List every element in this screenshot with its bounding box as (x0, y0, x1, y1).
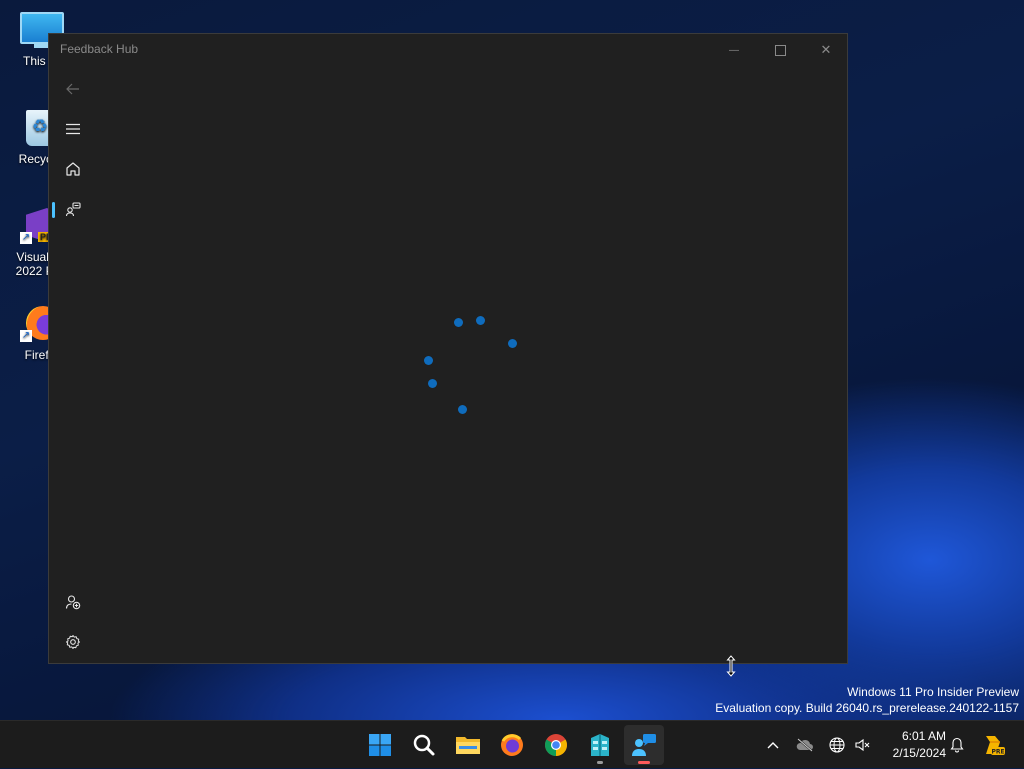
close-button[interactable]: ✕ (803, 34, 849, 66)
taskbar-firefox[interactable] (492, 725, 532, 765)
chevron-up-icon (767, 742, 779, 749)
maximize-icon (774, 44, 786, 56)
maximize-button[interactable] (757, 34, 803, 66)
onedrive-button[interactable] (792, 721, 818, 769)
minimize-icon: — (729, 44, 739, 56)
add-account-button[interactable] (53, 584, 93, 620)
search-button[interactable] (404, 725, 444, 765)
back-button[interactable] (53, 71, 93, 107)
home-icon (66, 162, 80, 176)
settings-button[interactable] (53, 624, 93, 660)
notifications-button[interactable] (944, 721, 970, 769)
taskbar-feedback-hub[interactable] (624, 725, 664, 765)
taskbar: 6:01 AM 2/15/2024 PRE (0, 720, 1024, 768)
gear-icon (66, 635, 80, 649)
spinner-dot (508, 339, 517, 348)
shortcut-arrow-icon: ↗ (20, 330, 32, 342)
spinner-dot (476, 316, 485, 325)
volume-muted-icon (855, 738, 870, 752)
title-bar[interactable]: Feedback Hub — ✕ (49, 34, 847, 66)
clock-time: 6:01 AM (901, 729, 946, 743)
clock[interactable]: 6:01 AM 2/15/2024 (880, 728, 946, 762)
bell-icon (950, 737, 964, 753)
minimize-button[interactable]: — (711, 34, 757, 66)
file-explorer-icon (456, 737, 480, 754)
feedback-hub-window[interactable]: Feedback Hub — ✕ (48, 33, 848, 664)
running-indicator (597, 761, 603, 764)
building-app-icon (591, 734, 609, 756)
window-title: Feedback Hub (60, 42, 139, 56)
chrome-icon (545, 734, 567, 756)
taskbar-chrome[interactable] (536, 725, 576, 765)
clock-date: 2/15/2024 (892, 746, 946, 760)
nav-home[interactable] (53, 151, 93, 187)
volume-button[interactable] (850, 721, 874, 769)
tray-overflow-button[interactable] (760, 721, 786, 769)
hamburger-menu-icon (66, 123, 80, 135)
watermark-line2: Evaluation copy. Build 26040.rs_prerelea… (715, 701, 1019, 715)
feedback-icon (65, 202, 81, 217)
copilot-pre-icon: PRE (986, 736, 1005, 756)
running-indicator (638, 761, 650, 764)
start-icon (369, 734, 391, 756)
resize-cursor-icon (726, 655, 736, 677)
globe-icon (829, 737, 845, 753)
nav-feedback[interactable] (53, 191, 93, 227)
back-arrow-icon (66, 83, 79, 95)
taskbar-file-explorer[interactable] (448, 725, 488, 765)
cloud-offline-icon (796, 738, 813, 752)
shortcut-arrow-icon: ↗ (20, 232, 32, 244)
menu-button[interactable] (53, 111, 93, 147)
svg-text:PRE: PRE (991, 749, 1004, 756)
network-button[interactable] (824, 721, 850, 769)
feedback-hub-icon (632, 734, 656, 756)
spinner-dot (428, 379, 437, 388)
spinner-dot (454, 318, 463, 327)
search-icon (413, 734, 435, 756)
watermark-line1: Windows 11 Pro Insider Preview (847, 685, 1019, 699)
add-person-icon (65, 595, 81, 610)
copilot-button[interactable]: PRE (978, 721, 1008, 769)
spinner-dot (424, 356, 433, 365)
spinner-dot (458, 405, 467, 414)
start-button[interactable] (360, 725, 400, 765)
close-icon: ✕ (820, 42, 832, 57)
firefox-icon (501, 734, 523, 756)
taskbar-building-app[interactable] (580, 725, 620, 765)
